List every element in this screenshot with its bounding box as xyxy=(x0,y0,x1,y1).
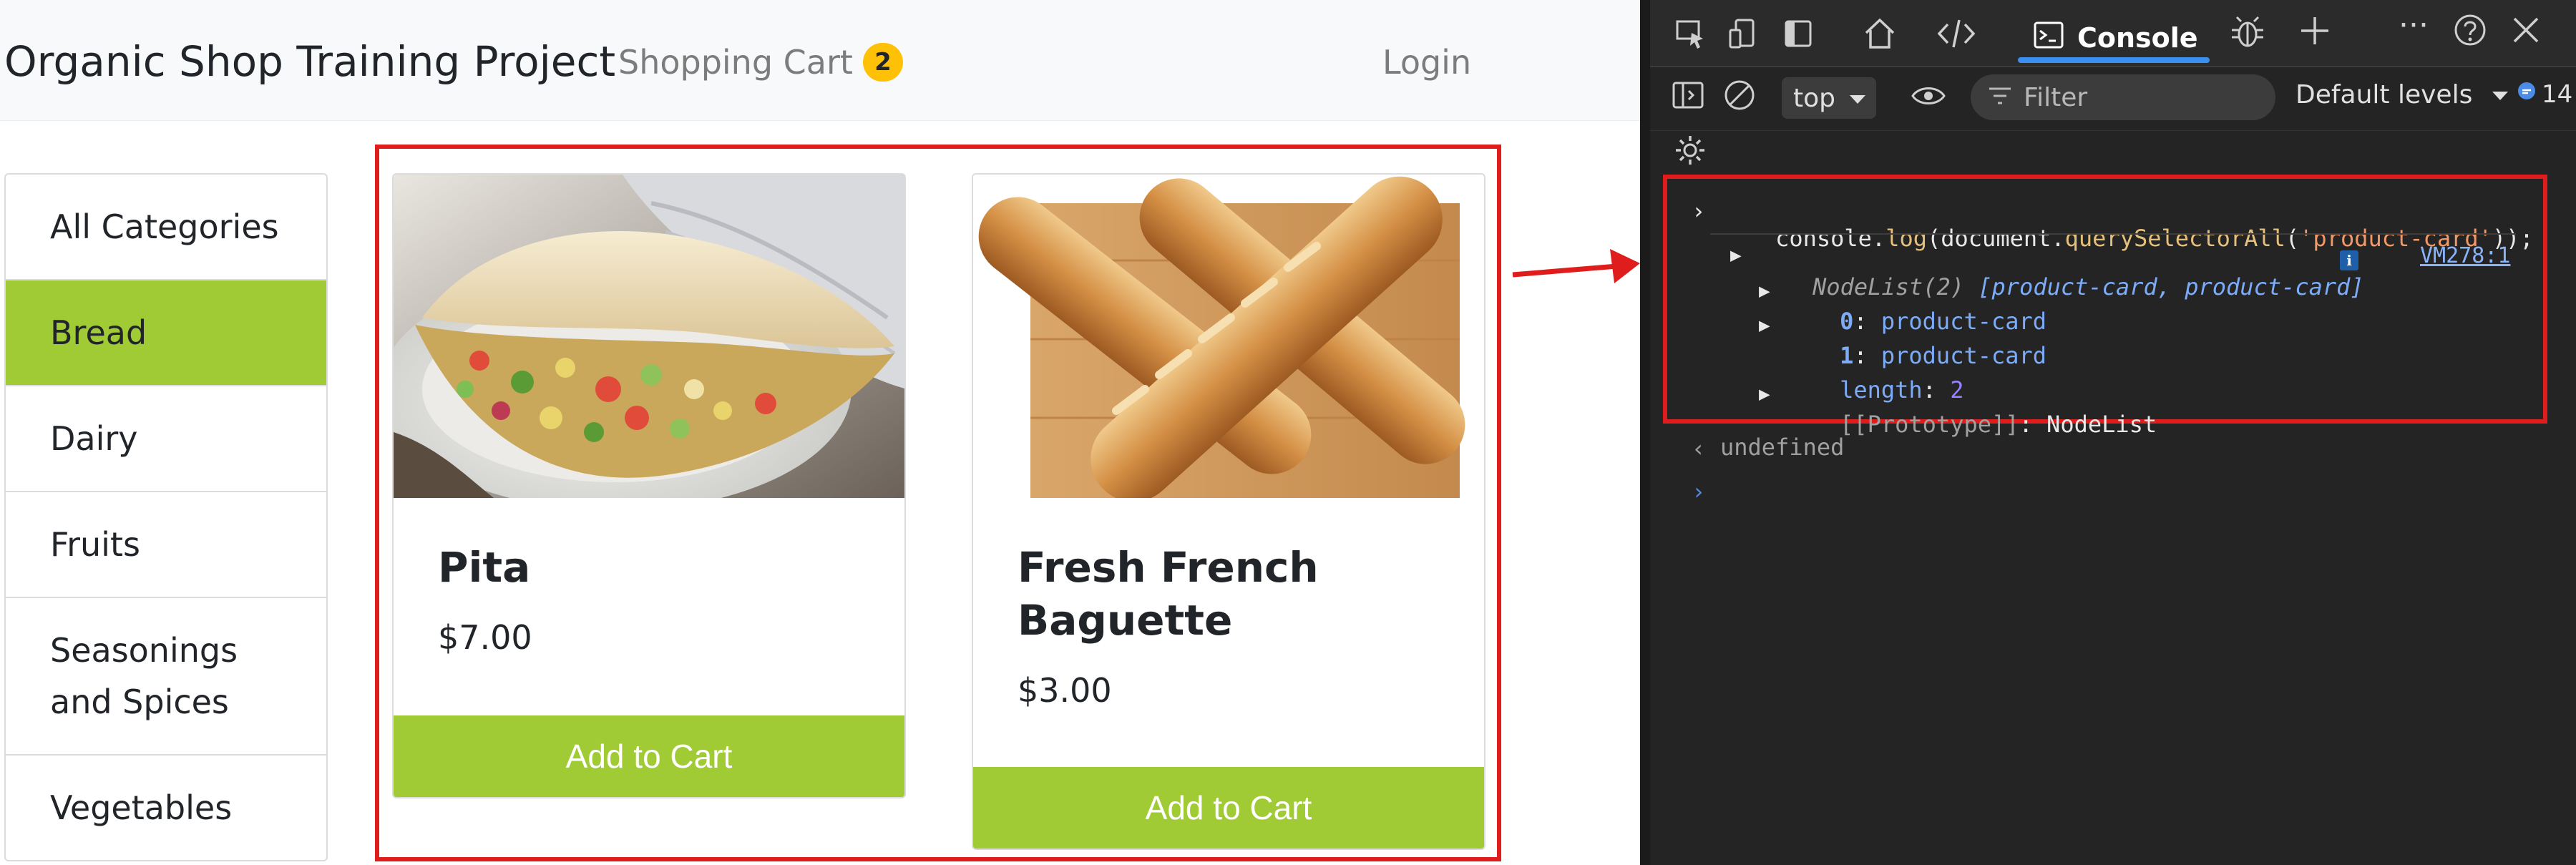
context-select-value: top xyxy=(1793,83,1835,113)
expand-triangle-icon[interactable]: ▶ xyxy=(1759,383,1770,405)
add-to-cart-button[interactable]: Add to Cart xyxy=(394,715,904,797)
web-page: Organic Shop Training Project Shopping C… xyxy=(0,0,1640,865)
message-count-value: 14 xyxy=(2542,80,2573,109)
devtools-panel: Console ··· top Filter Default levels 14… xyxy=(1640,0,2576,865)
filter-placeholder: Filter xyxy=(2024,82,2088,112)
message-icon xyxy=(2516,80,2537,109)
add-to-cart-button[interactable]: Add to Cart xyxy=(973,767,1484,849)
chevron-down-icon xyxy=(2491,80,2509,109)
sidebar-icon[interactable] xyxy=(1672,80,1704,116)
devtools-tabbar: Console ··· xyxy=(1650,0,2576,67)
expand-triangle-icon[interactable]: ▶ xyxy=(1730,245,1742,266)
category-seasonings-label: Seasonings and Spices xyxy=(50,631,238,721)
eye-icon[interactable] xyxy=(1911,83,1946,114)
shopping-cart-link[interactable]: Shopping Cart 2 xyxy=(618,43,903,82)
product-card-body: Fresh French Baguette $3.00 xyxy=(973,541,1484,710)
info-icon[interactable]: i xyxy=(2340,250,2358,270)
navbar: Organic Shop Training Project Shopping C… xyxy=(0,0,1640,121)
category-list: All Categories Bread Dairy Fruits Season… xyxy=(4,173,328,861)
cart-count-badge: 2 xyxy=(862,43,903,82)
category-vegetables[interactable]: Vegetables xyxy=(6,756,326,860)
device-icon[interactable] xyxy=(1727,17,1760,56)
console-icon xyxy=(2033,19,2064,57)
active-tab-indicator xyxy=(2018,57,2210,63)
add-tab-icon[interactable] xyxy=(2298,14,2331,53)
home-icon[interactable] xyxy=(1862,16,1898,57)
result-value: undefined xyxy=(1720,434,1845,461)
product-title: Fresh French Baguette xyxy=(1018,543,1319,645)
pita-image xyxy=(394,175,904,498)
expand-triangle-icon[interactable]: ▶ xyxy=(1759,315,1770,336)
input-prompt-icon: › xyxy=(1692,197,1706,225)
product-title: Pita xyxy=(438,543,531,592)
close-icon[interactable] xyxy=(2510,14,2542,52)
baguette-image xyxy=(973,175,1484,498)
category-dairy[interactable]: Dairy xyxy=(6,386,326,492)
message-divider xyxy=(1710,233,2516,235)
more-icon[interactable]: ··· xyxy=(2399,10,2429,41)
clear-icon[interactable] xyxy=(1723,79,1756,117)
product-card-body: Pita $7.00 xyxy=(394,541,904,657)
prototype-key: [[Prototype]] xyxy=(1840,411,2019,438)
return-arrow-icon: ‹ xyxy=(1692,435,1706,462)
tab-console[interactable]: Console xyxy=(2033,11,2198,64)
source-link[interactable]: VM278:1 xyxy=(2420,243,2510,268)
product-card: Fresh French Baguette $3.00 Add to Cart xyxy=(972,173,1485,850)
annotation-arrow xyxy=(1512,249,1640,283)
inspect-icon[interactable] xyxy=(1674,17,1707,56)
prompt-icon[interactable]: › xyxy=(1692,478,1705,505)
category-all[interactable]: All Categories xyxy=(6,175,326,280)
help-icon[interactable] xyxy=(2453,13,2487,53)
login-link[interactable]: Login xyxy=(1382,43,1471,82)
settings-icon[interactable] xyxy=(1673,133,1707,173)
product-price: $3.00 xyxy=(1018,671,1112,710)
filter-input[interactable]: Filter xyxy=(1971,74,2275,120)
expand-triangle-icon[interactable]: ▶ xyxy=(1759,280,1770,302)
dock-icon[interactable] xyxy=(1782,17,1815,56)
category-bread[interactable]: Bread xyxy=(6,280,326,386)
log-levels-select[interactable]: Default levels xyxy=(2296,80,2509,109)
brand-link[interactable]: Organic Shop Training Project xyxy=(4,37,615,86)
shopping-cart-label: Shopping Cart xyxy=(618,43,853,82)
category-fruits[interactable]: Fruits xyxy=(6,492,326,598)
baguette-illustration xyxy=(973,175,1484,498)
chevron-down-icon xyxy=(1848,84,1867,113)
log-levels-label: Default levels xyxy=(2296,80,2473,109)
tab-console-label: Console xyxy=(2077,22,2198,54)
category-seasonings[interactable]: Seasonings and Spices xyxy=(6,598,326,756)
prototype-value: NodeList xyxy=(2046,411,2157,438)
product-price: $7.00 xyxy=(438,618,532,657)
elements-icon[interactable] xyxy=(1936,16,1976,57)
context-select[interactable]: top xyxy=(1782,77,1876,119)
bug-icon[interactable] xyxy=(2228,13,2267,57)
pita-illustration xyxy=(394,175,904,498)
message-count[interactable]: 14 xyxy=(2516,80,2572,109)
filter-icon xyxy=(1988,83,2012,112)
product-card: Pita $7.00 Add to Cart xyxy=(392,173,906,798)
